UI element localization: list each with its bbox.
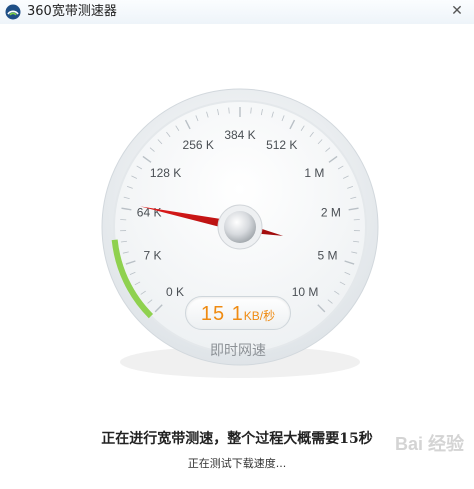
tick-label: 1 M — [304, 166, 324, 180]
gauge-caption: 即时网速 — [210, 343, 266, 359]
hub-cap — [224, 211, 256, 243]
speed-gauge: 0 K 7 K 64 K 128 K 256 K 384 K 512 K 1 M 2 M 5 M 1… — [0, 24, 474, 404]
360-logo-icon — [5, 4, 21, 20]
tick-label: 2 M — [321, 206, 341, 220]
tick-label: 0 K — [166, 285, 184, 299]
tick-label: 256 K — [183, 138, 214, 152]
speed-readout: 15 1KB/秒 — [185, 296, 291, 330]
tick-label: 64 K — [137, 206, 162, 220]
close-icon[interactable]: ✕ — [448, 2, 466, 20]
status-detail: 正在测试下载速度... — [187, 457, 287, 470]
title-bar: 360宽带测速器 ✕ — [0, 0, 474, 24]
tick-label: 7 K — [143, 248, 161, 262]
gauge-tick — [250, 107, 252, 114]
window-title: 360宽带测速器 — [27, 4, 117, 19]
tick-label: 10 M — [292, 285, 319, 299]
tick-label: 128 K — [150, 166, 181, 180]
tick-label: 5 M — [317, 248, 337, 262]
speed-unit: KB/秒 — [243, 309, 276, 323]
watermark: Bai 经验 — [394, 434, 464, 454]
tick-label: 512 K — [266, 138, 297, 152]
speed-value: 15 1 — [200, 303, 244, 325]
tick-label: 384 K — [224, 128, 255, 142]
gauge-tick — [228, 107, 230, 114]
